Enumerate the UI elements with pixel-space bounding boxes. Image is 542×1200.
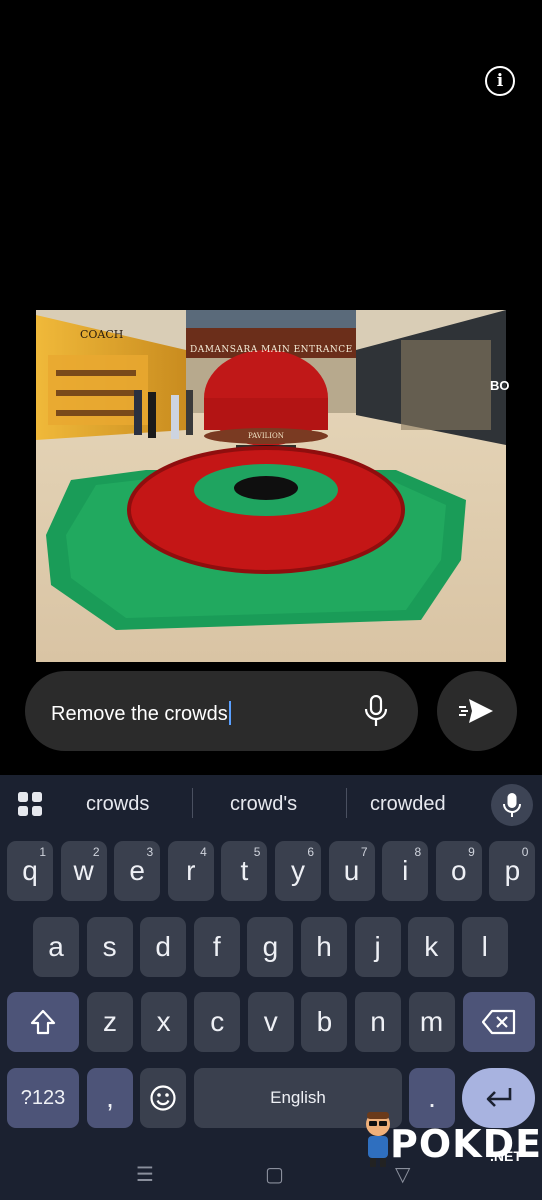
info-icon[interactable]: i <box>485 66 515 96</box>
symbols-key[interactable]: ?123 <box>7 1068 79 1128</box>
entrance-sign: DAMANSARA MAIN ENTRANCE <box>190 345 353 355</box>
shift-key[interactable] <box>7 992 79 1052</box>
key-label: e <box>129 855 145 886</box>
key-number-hint: 1 <box>39 845 46 859</box>
suggestion-divider <box>346 788 347 818</box>
key-label: o <box>451 855 467 886</box>
key-label: r <box>186 855 196 886</box>
key-label: y <box>291 855 305 886</box>
suggestion-1[interactable]: crowds <box>86 793 149 816</box>
key-number-hint: 3 <box>146 845 154 859</box>
key-e[interactable]: 3e <box>114 841 161 901</box>
microphone-icon[interactable] <box>361 694 391 727</box>
suggestion-bar: crowds crowd's crowded <box>0 775 542 833</box>
key-j[interactable]: j <box>354 917 401 977</box>
key-label: q <box>22 855 38 886</box>
key-k[interactable]: k <box>408 917 455 977</box>
enter-icon <box>486 1088 511 1107</box>
key-number-hint: 7 <box>360 845 368 859</box>
suggestion-3[interactable]: crowded <box>370 793 446 816</box>
nav-recents-icon[interactable]: ☰ <box>136 1162 154 1187</box>
key-label: w <box>73 855 94 886</box>
key-label: u <box>343 855 360 886</box>
text-caret <box>228 701 231 725</box>
emoji-key[interactable] <box>140 1068 186 1128</box>
key-l[interactable]: l <box>461 917 508 977</box>
key-t[interactable]: 5t <box>221 841 268 901</box>
key-x[interactable]: x <box>140 992 187 1052</box>
prompt-input[interactable]: Remove the crowds <box>25 671 418 751</box>
key-number-hint: 0 <box>521 845 529 859</box>
prompt-text: Remove the crowds <box>51 703 228 725</box>
suggestion-2[interactable]: crowd's <box>230 793 297 816</box>
key-p[interactable]: 0p <box>489 841 536 901</box>
microphone-icon <box>503 793 521 817</box>
key-u[interactable]: 7u <box>328 841 375 901</box>
send-icon <box>459 699 493 723</box>
key-number-hint: 6 <box>307 845 314 859</box>
key-label: p <box>504 855 521 886</box>
key-number-hint: 8 <box>414 845 422 859</box>
key-number-hint: 9 <box>468 845 475 859</box>
key-c[interactable]: c <box>194 992 241 1052</box>
mall-photo-illustration <box>36 310 506 662</box>
key-n[interactable]: n <box>355 992 401 1052</box>
keyboard-mic-button[interactable] <box>491 784 533 826</box>
key-y[interactable]: 6y <box>275 841 321 901</box>
grid-icon[interactable] <box>17 791 43 817</box>
shift-icon <box>30 1009 56 1035</box>
key-number-hint: 2 <box>92 845 100 859</box>
suggestion-divider <box>192 788 193 818</box>
key-w[interactable]: 2w <box>60 841 107 901</box>
backspace-icon <box>482 1009 516 1035</box>
key-z[interactable]: z <box>87 992 133 1052</box>
edited-photo <box>36 310 506 662</box>
prompt-text-wrapper: Remove the crowds <box>51 701 231 726</box>
key-s[interactable]: s <box>86 917 133 977</box>
key-b[interactable]: b <box>301 992 348 1052</box>
key-q[interactable]: 1q <box>7 841 53 901</box>
key-number-hint: 5 <box>253 845 261 859</box>
key-m[interactable]: m <box>408 992 455 1052</box>
key-f[interactable]: f <box>193 917 240 977</box>
key-a[interactable]: a <box>33 917 79 977</box>
store-sign-left: COACH <box>80 328 124 341</box>
key-h[interactable]: h <box>301 917 347 977</box>
booth-sign: PAVILION <box>248 432 284 440</box>
key-i[interactable]: 8i <box>382 841 429 901</box>
send-button[interactable] <box>437 671 517 751</box>
nav-home-icon[interactable]: ▢ <box>265 1162 284 1187</box>
key-o[interactable]: 9o <box>435 841 482 901</box>
key-g[interactable]: g <box>247 917 294 977</box>
key-v[interactable]: v <box>247 992 294 1052</box>
key-r[interactable]: 4r <box>167 841 214 901</box>
key-label: t <box>240 855 249 886</box>
emoji-icon <box>150 1085 176 1111</box>
key-number-hint: 4 <box>200 845 207 859</box>
key-label: i <box>402 855 409 886</box>
store-sign-right: BO <box>490 378 510 393</box>
watermark-suffix: .NET <box>490 1148 522 1164</box>
key-d[interactable]: d <box>140 917 187 977</box>
pokde-watermark: POKDE .NET <box>360 1108 541 1178</box>
backspace-key[interactable] <box>463 992 535 1052</box>
comma-key[interactable]: , <box>87 1068 133 1128</box>
